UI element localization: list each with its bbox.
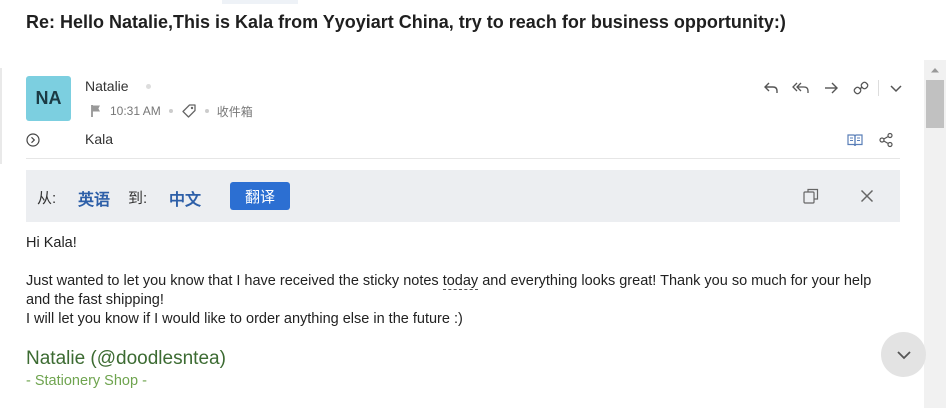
vertical-scrollbar[interactable]	[924, 60, 946, 408]
email-paragraph-text: Just wanted to let you know that I have …	[26, 273, 439, 289]
copy-icon[interactable]	[801, 186, 821, 206]
signature-shop: - Stationery Shop -	[26, 373, 147, 389]
email-paragraph: Just wanted to let you know that I have …	[26, 272, 886, 310]
secondary-toolbar	[844, 130, 897, 150]
sender-name[interactable]: Natalie	[85, 78, 129, 94]
scrollbar-thumb[interactable]	[926, 80, 944, 128]
translate-from-label: 从:	[37, 190, 57, 207]
meta-separator	[204, 109, 209, 113]
expand-details-icon[interactable]	[26, 133, 40, 152]
translate-bar: 从: 英语 到: 中文 翻译	[26, 170, 900, 222]
translate-to-label: 到:	[128, 190, 148, 207]
smart-date-link[interactable]: today	[442, 273, 479, 290]
recipient-name[interactable]: Kala	[85, 131, 113, 147]
folder-label[interactable]: 收件箱	[217, 103, 253, 120]
close-icon[interactable]	[857, 186, 877, 206]
email-meta: 10:31 AM 收件箱	[90, 102, 253, 120]
header-divider	[26, 158, 900, 159]
avatar[interactable]: NA	[26, 76, 71, 121]
signature-name: Natalie (@doodlesntea)	[26, 348, 226, 369]
reply-all-icon[interactable]	[786, 78, 816, 98]
translate-button[interactable]: 翻译	[230, 182, 290, 210]
email-subject: Re: Hello Natalie,This is Kala from Yyoy…	[26, 12, 786, 32]
tag-icon[interactable]	[181, 103, 197, 119]
scroll-down-button[interactable]	[881, 332, 926, 377]
left-edge-divider	[0, 68, 2, 164]
chevron-down-icon	[896, 350, 911, 359]
source-language-select[interactable]: 英语	[78, 186, 110, 210]
target-language-select[interactable]: 中文	[169, 186, 201, 210]
scroll-up-arrow-icon[interactable]	[924, 62, 946, 78]
presence-dot	[146, 84, 151, 89]
email-greeting: Hi Kala!	[26, 235, 77, 251]
toolbar-separator	[878, 80, 879, 96]
chevron-down-icon[interactable]	[881, 78, 911, 98]
email-time: 10:31 AM	[110, 104, 161, 118]
reply-icon[interactable]	[756, 78, 786, 98]
top-tab-indicator	[222, 0, 298, 4]
email-action-toolbar	[756, 78, 911, 98]
book-icon[interactable]	[844, 130, 866, 150]
link-icon[interactable]	[846, 78, 876, 98]
email-paragraph: I will let you know if I would like to o…	[26, 311, 463, 327]
forward-icon[interactable]	[816, 78, 846, 98]
flag-icon[interactable]	[90, 104, 102, 118]
share-icon[interactable]	[875, 130, 897, 150]
meta-separator	[168, 109, 173, 113]
